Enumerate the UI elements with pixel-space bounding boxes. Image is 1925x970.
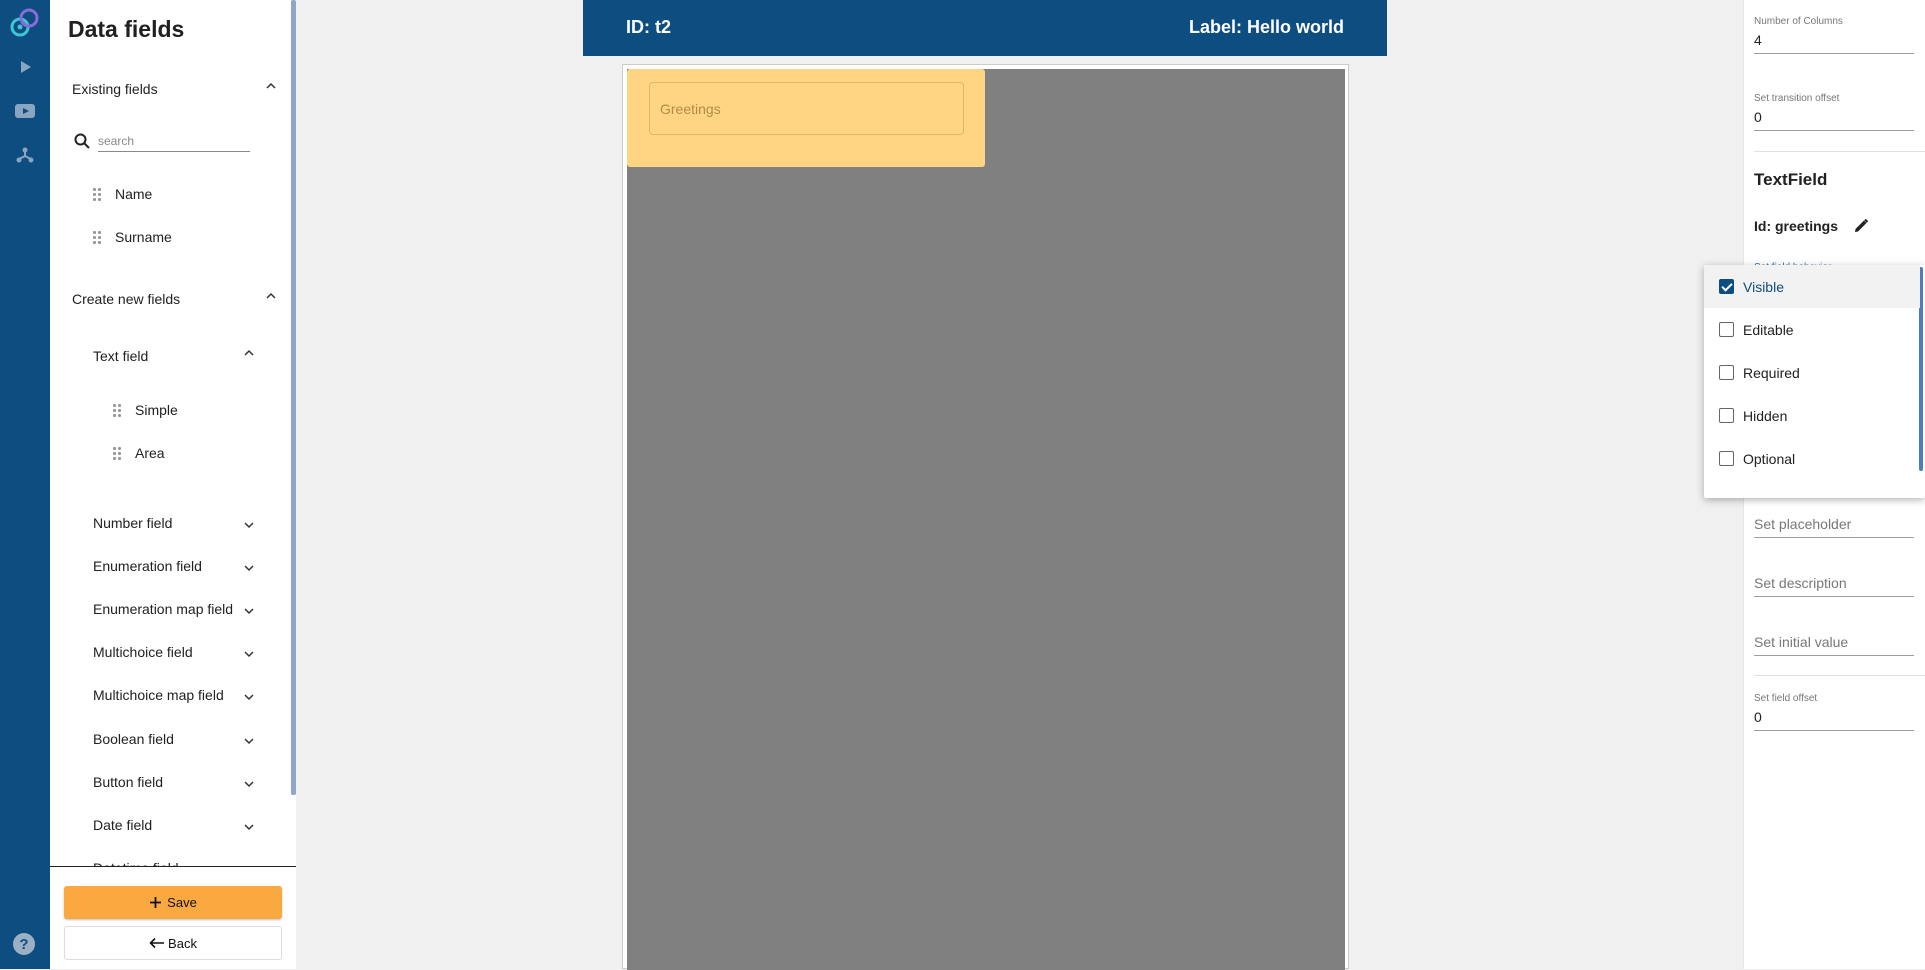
section-title: TextField xyxy=(1754,170,1828,189)
drag-handle-icon[interactable] xyxy=(93,188,101,201)
option-label: Optional xyxy=(1743,450,1796,467)
drag-handle-icon[interactable] xyxy=(113,447,121,460)
chevron-up-icon[interactable] xyxy=(242,346,256,360)
transition-offset-field[interactable]: Set transition offset 0 xyxy=(1754,93,1914,131)
layout-grid-area[interactable] xyxy=(627,69,1345,970)
divider xyxy=(1754,675,1925,676)
divider xyxy=(1754,151,1925,152)
logo-icon[interactable] xyxy=(9,5,41,41)
app-rail: ? xyxy=(0,0,50,969)
greetings-field-label: Greetings xyxy=(660,101,721,117)
description-field[interactable]: Set description xyxy=(1754,575,1914,597)
field-type-item[interactable]: Multichoice map field xyxy=(93,687,224,703)
panel-scrollbar[interactable] xyxy=(291,0,296,795)
panel-divider xyxy=(50,866,296,867)
form-canvas: Greetings xyxy=(622,64,1349,970)
transition-id: ID: t2 xyxy=(626,17,671,37)
checkbox-icon[interactable] xyxy=(1719,451,1734,466)
field-type-item[interactable]: Multichoice field xyxy=(93,644,193,660)
drag-handle-icon[interactable] xyxy=(93,231,101,244)
existing-fields-header[interactable]: Existing fields xyxy=(72,81,158,97)
chevron-down-icon[interactable] xyxy=(242,561,256,575)
existing-field-label: Name xyxy=(115,186,153,202)
option-label: Hidden xyxy=(1743,407,1788,424)
columns-caption: Number of Columns xyxy=(1754,16,1843,27)
chevron-up-icon[interactable] xyxy=(264,289,278,303)
field-id: Id: greetings xyxy=(1754,218,1839,234)
existing-field-item[interactable]: Name xyxy=(93,184,152,204)
chevron-down-icon[interactable] xyxy=(242,734,256,748)
checkbox-icon[interactable] xyxy=(1719,365,1734,380)
initial-value-field[interactable]: Set initial value xyxy=(1754,634,1914,656)
text-subtype-label: Simple xyxy=(135,402,178,418)
save-button[interactable]: Save xyxy=(64,886,282,919)
transition-label: Label: Hello world xyxy=(1188,17,1344,37)
workflow-icon[interactable] xyxy=(13,143,37,167)
checkbox-icon[interactable] xyxy=(1719,322,1734,337)
greetings-field-card[interactable]: Greetings xyxy=(627,69,985,167)
option-label: Editable xyxy=(1743,321,1794,338)
option-label: Required xyxy=(1743,364,1800,381)
checkbox-icon[interactable] xyxy=(1719,279,1734,294)
existing-field-item[interactable]: Surname xyxy=(93,227,172,247)
back-label: Back xyxy=(168,935,197,951)
transition-offset-caption: Set transition offset xyxy=(1754,93,1840,104)
search-icon xyxy=(74,133,90,149)
field-offset-field[interactable]: Set field offset 0 xyxy=(1754,693,1914,731)
field-type-item[interactable]: Enumeration map field xyxy=(93,601,233,617)
field-type-item[interactable]: Date field xyxy=(93,817,152,833)
greetings-field-preview[interactable]: Greetings xyxy=(649,82,964,135)
back-button[interactable]: Back xyxy=(64,926,282,960)
arrow-left-icon xyxy=(149,937,165,949)
checkbox-icon[interactable] xyxy=(1719,408,1734,423)
chevron-down-icon[interactable] xyxy=(242,604,256,618)
field-type-item[interactable]: Number field xyxy=(93,515,172,531)
field-type-item[interactable]: Enumeration field xyxy=(93,558,202,574)
field-offset-value[interactable]: 0 xyxy=(1754,709,1914,731)
text-subtype-label: Area xyxy=(135,445,165,461)
pencil-icon[interactable] xyxy=(1852,217,1870,235)
placeholder-field[interactable]: Set placeholder xyxy=(1754,516,1914,538)
behavior-dropdown: Visible Editable Required Hidden Optiona… xyxy=(1704,265,1925,498)
chevron-down-icon[interactable] xyxy=(242,690,256,704)
panel-title: Data fields xyxy=(68,16,185,42)
option-hidden[interactable]: Hidden xyxy=(1704,394,1920,437)
chevron-up-icon[interactable] xyxy=(264,79,278,93)
field-offset-caption: Set field offset xyxy=(1754,693,1818,704)
field-type-item[interactable]: Boolean field xyxy=(93,731,174,747)
chevron-down-icon[interactable] xyxy=(242,518,256,532)
drag-handle-icon[interactable] xyxy=(113,404,121,417)
existing-field-label: Surname xyxy=(115,229,172,245)
option-label: Visible xyxy=(1743,278,1784,295)
transition-header: ID: t2 Label: Hello world xyxy=(583,0,1387,56)
plus-icon xyxy=(150,897,162,908)
chevron-down-icon[interactable] xyxy=(242,777,256,791)
data-fields-panel: Data fields Existing fields Name Surname… xyxy=(50,0,296,969)
option-optional[interactable]: Optional xyxy=(1704,437,1920,480)
play-icon[interactable] xyxy=(13,55,37,79)
save-label: Save xyxy=(167,895,197,910)
search-input[interactable] xyxy=(98,130,250,152)
chevron-down-icon[interactable] xyxy=(242,647,256,661)
help-icon[interactable]: ? xyxy=(13,933,35,955)
field-type-item[interactable]: Button field xyxy=(93,774,163,790)
option-required[interactable]: Required xyxy=(1704,351,1920,394)
option-visible[interactable]: Visible xyxy=(1704,265,1920,308)
search-box xyxy=(74,130,250,154)
chevron-down-icon[interactable] xyxy=(242,820,256,834)
create-new-fields-header[interactable]: Create new fields xyxy=(72,291,180,307)
text-subtype-item[interactable]: Area xyxy=(113,443,165,463)
option-editable[interactable]: Editable xyxy=(1704,308,1920,351)
text-subtype-item[interactable]: Simple xyxy=(113,400,178,420)
columns-value[interactable]: 4 xyxy=(1754,32,1914,54)
video-icon[interactable] xyxy=(13,99,37,123)
field-id-row: Id: greetings xyxy=(1754,217,1870,235)
transition-offset-value[interactable]: 0 xyxy=(1754,109,1914,131)
columns-field[interactable]: Number of Columns 4 xyxy=(1754,16,1914,54)
text-field-group[interactable]: Text field xyxy=(93,348,148,364)
